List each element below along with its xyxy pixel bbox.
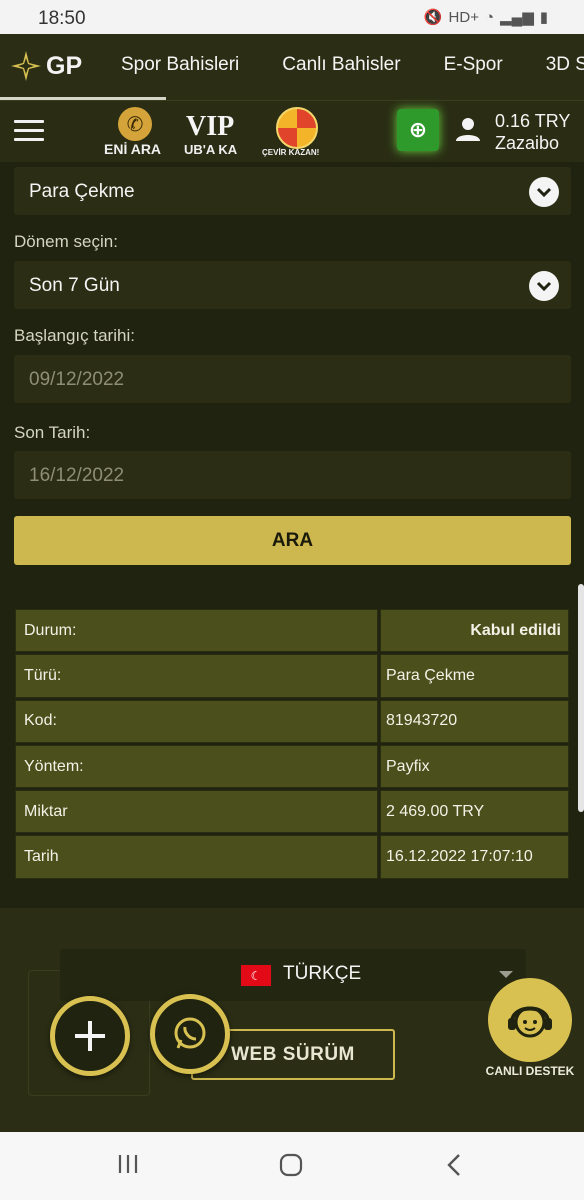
flag-tr-icon: ☾ bbox=[241, 965, 271, 986]
end-date-label: Son Tarih: bbox=[14, 423, 91, 442]
detail-key: Miktar bbox=[15, 790, 378, 834]
balance-amount: 0.16 TRY bbox=[495, 111, 571, 131]
nav-tabs: Spor Bahisleri Canlı Bahisler E-Spor 3D … bbox=[121, 54, 584, 76]
start-date-label: Başlangıç tarihi: bbox=[14, 326, 135, 345]
status-icons: 🔇 HD+ ◔ ▂▄▆ ▮ bbox=[423, 8, 548, 27]
transaction-type-value: Para Çekme bbox=[29, 181, 135, 202]
period-select[interactable]: Son 7 Gün bbox=[14, 261, 571, 309]
system-nav-bar bbox=[0, 1132, 584, 1200]
detail-value: 16.12.2022 17:07:10 bbox=[380, 835, 569, 879]
user-icon[interactable] bbox=[454, 115, 482, 143]
network-label: HD+ bbox=[448, 8, 479, 26]
username: Zazaibo bbox=[495, 133, 560, 153]
transaction-details-table: Durum: Kabul edildi Türü: Para Çekme Kod… bbox=[14, 608, 570, 880]
table-row: Durum: Kabul edildi bbox=[14, 608, 570, 653]
chevron-down-icon bbox=[529, 271, 559, 301]
start-date-value: 09/12/2022 bbox=[29, 369, 125, 390]
top-nav: GP Spor Bahisleri Canlı Bahisler E-Spor … bbox=[0, 34, 584, 100]
detail-key: Türü: bbox=[15, 654, 378, 698]
table-row: Yöntem: Payfix bbox=[14, 744, 570, 789]
status-bar: 18:50 🔇 HD+ ◔ ▂▄▆ ▮ bbox=[0, 0, 584, 34]
tab-sports[interactable]: Spor Bahisleri bbox=[121, 54, 239, 76]
period-label: Dönem seçin: bbox=[14, 232, 118, 251]
web-version-label: WEB SÜRÜM bbox=[231, 1043, 355, 1065]
table-row: Tarih 16.12.2022 17:07:10 bbox=[14, 834, 570, 879]
period-value: Son 7 Gün bbox=[29, 275, 120, 296]
detail-key: Yöntem: bbox=[15, 744, 378, 789]
sub-header: ✆ ENİ ARA VIP UB'A KA ÇEVİR KAZAN! ⊕ 0.1… bbox=[0, 100, 584, 162]
tab-esports[interactable]: E-Spor bbox=[444, 54, 503, 76]
whatsapp-button[interactable] bbox=[150, 994, 230, 1074]
footer: ☾ TÜRKÇE WEB SÜRÜM CANLI DESTEK bbox=[0, 908, 584, 1132]
battery-icon: ▮ bbox=[539, 9, 548, 26]
account-balance[interactable]: 0.16 TRY Zazaibo bbox=[495, 110, 570, 154]
live-support-label: CANLI DESTEK bbox=[485, 1064, 575, 1078]
site-logo[interactable]: GP bbox=[10, 50, 82, 82]
detail-value: Para Çekme bbox=[380, 654, 569, 698]
plus-icon bbox=[75, 1021, 105, 1051]
phone-icon[interactable]: ✆ bbox=[118, 107, 152, 141]
live-support-button[interactable]: CANLI DESTEK bbox=[478, 978, 582, 1088]
deposit-button[interactable]: ⊕ bbox=[397, 109, 439, 151]
add-button[interactable] bbox=[50, 996, 130, 1076]
promo-wheel[interactable]: ÇEVİR KAZAN! bbox=[262, 148, 319, 157]
logo-text: GP bbox=[46, 51, 83, 80]
headset-icon bbox=[488, 978, 572, 1062]
caret-down-icon bbox=[499, 971, 513, 978]
mute-icon: 🔇 bbox=[423, 9, 443, 26]
wheel-icon[interactable] bbox=[276, 107, 318, 149]
start-date-input[interactable]: 09/12/2022 bbox=[14, 355, 571, 403]
signal-icon: ▂▄▆ bbox=[500, 9, 534, 26]
transaction-type-select[interactable]: Para Çekme bbox=[14, 167, 571, 215]
search-button[interactable]: ARA bbox=[14, 516, 571, 565]
end-date-input[interactable]: 16/12/2022 bbox=[14, 451, 571, 499]
detail-value: 81943720 bbox=[380, 699, 569, 743]
home-icon[interactable] bbox=[278, 1152, 304, 1178]
hamburger-icon[interactable] bbox=[14, 120, 44, 142]
back-icon[interactable] bbox=[444, 1152, 464, 1178]
detail-value: Kabul edildi bbox=[380, 609, 569, 653]
transaction-history: Para Çekme Dönem seçin: Son 7 Gün Başlan… bbox=[0, 162, 584, 908]
promo-call[interactable]: ENİ ARA bbox=[104, 141, 161, 157]
whatsapp-icon bbox=[174, 1017, 206, 1049]
gp-star-icon bbox=[11, 51, 41, 81]
end-date-value: 16/12/2022 bbox=[29, 465, 125, 486]
wifi-icon: ◔ bbox=[484, 8, 495, 26]
promo-vip[interactable]: UB'A KA bbox=[184, 142, 237, 157]
language-label: TÜRKÇE bbox=[283, 963, 362, 984]
detail-value: Payfix bbox=[380, 744, 569, 789]
table-row: Kod: 81943720 bbox=[14, 699, 570, 744]
tab-3d[interactable]: 3D S bbox=[546, 54, 584, 76]
table-row: Türü: Para Çekme bbox=[14, 653, 570, 698]
detail-value: 2 469.00 TRY bbox=[380, 790, 569, 834]
language-select[interactable]: ☾ TÜRKÇE bbox=[60, 949, 526, 1001]
table-row: Miktar 2 469.00 TRY bbox=[14, 789, 570, 834]
cash-icon: ⊕ bbox=[408, 117, 428, 142]
promo-strip: ✆ ENİ ARA VIP UB'A KA ÇEVİR KAZAN! bbox=[104, 105, 328, 161]
scrollbar-thumb[interactable] bbox=[578, 584, 584, 812]
recents-icon[interactable] bbox=[116, 1152, 140, 1176]
tab-live[interactable]: Canlı Bahisler bbox=[282, 54, 400, 76]
status-time: 18:50 bbox=[38, 8, 86, 29]
chevron-down-icon bbox=[529, 177, 559, 207]
detail-key: Kod: bbox=[15, 699, 378, 743]
vip-logo[interactable]: VIP bbox=[186, 111, 234, 143]
detail-key: Tarih bbox=[15, 835, 378, 879]
detail-key: Durum: bbox=[15, 609, 378, 653]
